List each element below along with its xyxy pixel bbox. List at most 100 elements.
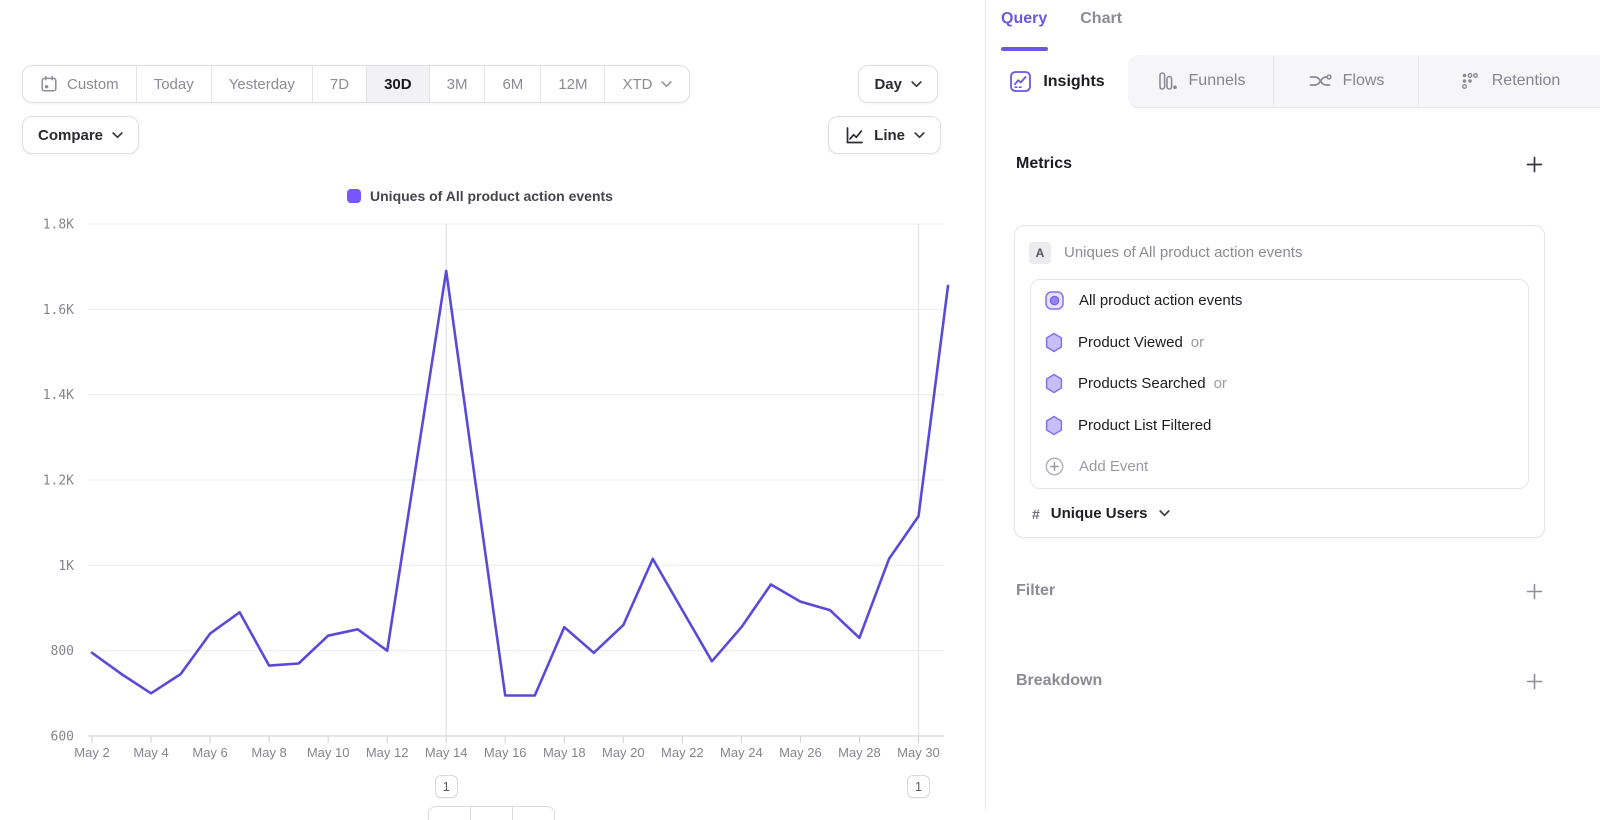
event-row[interactable]: All product action events	[1031, 280, 1528, 322]
range-xtd[interactable]: XTD	[604, 66, 689, 102]
add-event-icon	[1044, 456, 1065, 477]
tab-label: Insights	[1043, 73, 1104, 91]
hexagon-event-icon	[1044, 415, 1064, 436]
tab-flows[interactable]: Flows	[1273, 55, 1418, 107]
tab-chart[interactable]: Chart	[1080, 10, 1122, 28]
custom-event-icon	[1044, 290, 1065, 311]
event-operator: or	[1191, 334, 1204, 351]
legend-swatch	[347, 189, 361, 203]
chevron-down-icon	[914, 132, 925, 139]
range-label: 12M	[558, 76, 587, 93]
funnels-icon	[1156, 70, 1178, 92]
y-tick-label: 600	[51, 730, 74, 745]
range-label: Today	[154, 76, 194, 93]
series-line	[92, 271, 948, 696]
partial-control-cutoff	[428, 806, 555, 820]
hash-icon: #	[1032, 506, 1040, 522]
x-tick-label: May 24	[720, 745, 763, 760]
tab-label: Funnels	[1189, 72, 1246, 90]
event-operator: or	[1214, 375, 1227, 392]
range-custom[interactable]: Custom	[23, 66, 136, 102]
x-tick-label: May 12	[366, 745, 409, 760]
axes	[88, 736, 944, 743]
range-12m[interactable]: 12M	[540, 66, 604, 102]
range-label: 30D	[384, 76, 412, 93]
annotation-badge[interactable]: 1	[435, 775, 458, 798]
range-today[interactable]: Today	[136, 66, 211, 102]
chart-type-button[interactable]: Line	[828, 116, 941, 154]
x-tick-label: May 22	[661, 745, 704, 760]
measurement-selector[interactable]: # Unique Users	[1015, 489, 1544, 539]
panel-top-tabs: Query Chart	[1001, 10, 1122, 28]
x-tick-label: May 18	[543, 745, 586, 760]
event-name: Add Event	[1079, 458, 1148, 475]
range-label: 6M	[502, 76, 523, 93]
range-3m[interactable]: 3M	[429, 66, 485, 102]
tab-query[interactable]: Query	[1001, 10, 1047, 28]
hexagon-event-icon	[1044, 373, 1064, 394]
add-event-button[interactable]: Add Event	[1031, 446, 1528, 488]
inactive-tabs-group: Funnels Flows Retention	[1128, 55, 1600, 108]
tab-label: Retention	[1492, 72, 1561, 90]
metrics-heading: Metrics	[1016, 155, 1072, 173]
event-name: Product List Filtered	[1078, 417, 1211, 434]
legend-label: Uniques of All product action events	[370, 188, 613, 204]
x-tick-label: May 10	[307, 745, 350, 760]
x-tick-label: May 26	[779, 745, 822, 760]
x-tick-label: May 30	[897, 745, 940, 760]
chevron-down-icon	[112, 132, 123, 139]
metric-letter-badge: A	[1029, 242, 1051, 264]
range-7d[interactable]: 7D	[312, 66, 366, 102]
range-label: Custom	[67, 76, 119, 93]
tab-insights[interactable]: Insights	[986, 55, 1128, 108]
x-tick-label: May 8	[251, 745, 286, 760]
event-row[interactable]: Products Searched or	[1031, 363, 1528, 405]
tab-retention[interactable]: Retention	[1418, 55, 1600, 107]
line-chart-icon	[844, 125, 865, 146]
range-label: 7D	[330, 76, 349, 93]
event-row[interactable]: Product List Filtered	[1031, 405, 1528, 447]
add-filter-button[interactable]	[1524, 581, 1544, 601]
add-breakdown-button[interactable]	[1524, 671, 1544, 691]
chevron-down-icon	[1159, 510, 1170, 517]
query-panel: Query Chart Insights Funnels Flows Retentio…	[986, 0, 1600, 809]
x-tick-label: May 14	[425, 745, 468, 760]
tab-funnels[interactable]: Funnels	[1128, 55, 1273, 107]
annotation-badge[interactable]: 1	[907, 775, 930, 798]
x-tick-label: May 6	[192, 745, 227, 760]
x-tick-label: May 16	[484, 745, 527, 760]
report-type-tabs: Insights Funnels Flows Retention	[986, 55, 1600, 108]
range-30d[interactable]: 30D	[366, 66, 429, 102]
axis-labels: 6008001K1.2K1.4K1.6K1.8KMay 2May 4May 6M…	[43, 218, 940, 761]
granularity-label: Day	[874, 76, 902, 93]
chart-pane: CustomTodayYesterday7D30D3M6M12MXTD Day …	[0, 0, 985, 809]
event-name: Product Viewed	[1078, 334, 1183, 351]
metric-header[interactable]: A Uniques of All product action events	[1015, 226, 1544, 279]
event-list: All product action events Product Viewed o…	[1030, 279, 1529, 489]
event-name: All product action events	[1079, 292, 1242, 309]
metric-title: Uniques of All product action events	[1064, 244, 1302, 261]
filter-heading: Filter	[1016, 582, 1055, 600]
gridlines	[88, 224, 944, 736]
compare-button[interactable]: Compare	[22, 116, 139, 154]
y-tick-label: 800	[51, 644, 74, 659]
chevron-down-icon	[661, 81, 672, 88]
add-metric-button[interactable]	[1524, 154, 1544, 174]
chart-type-label: Line	[874, 127, 905, 144]
event-name: Products Searched	[1078, 375, 1206, 392]
range-label: Yesterday	[229, 76, 295, 93]
chart-legend[interactable]: Uniques of All product action events	[0, 188, 960, 204]
calendar-icon	[40, 75, 58, 93]
x-tick-label: May 4	[133, 745, 168, 760]
tab-label: Flows	[1343, 72, 1385, 90]
range-label: 3M	[447, 76, 468, 93]
event-row[interactable]: Product Viewed or	[1031, 322, 1528, 364]
granularity-button[interactable]: Day	[858, 65, 938, 103]
y-tick-label: 1.6K	[43, 303, 74, 318]
hexagon-event-icon	[1044, 332, 1064, 353]
x-tick-label: May 28	[838, 745, 881, 760]
range-yesterday[interactable]: Yesterday	[211, 66, 312, 102]
line-chart: 6008001K1.2K1.4K1.6K1.8KMay 2May 4May 6M…	[0, 210, 960, 809]
retention-icon	[1459, 70, 1481, 92]
range-6m[interactable]: 6M	[484, 66, 540, 102]
